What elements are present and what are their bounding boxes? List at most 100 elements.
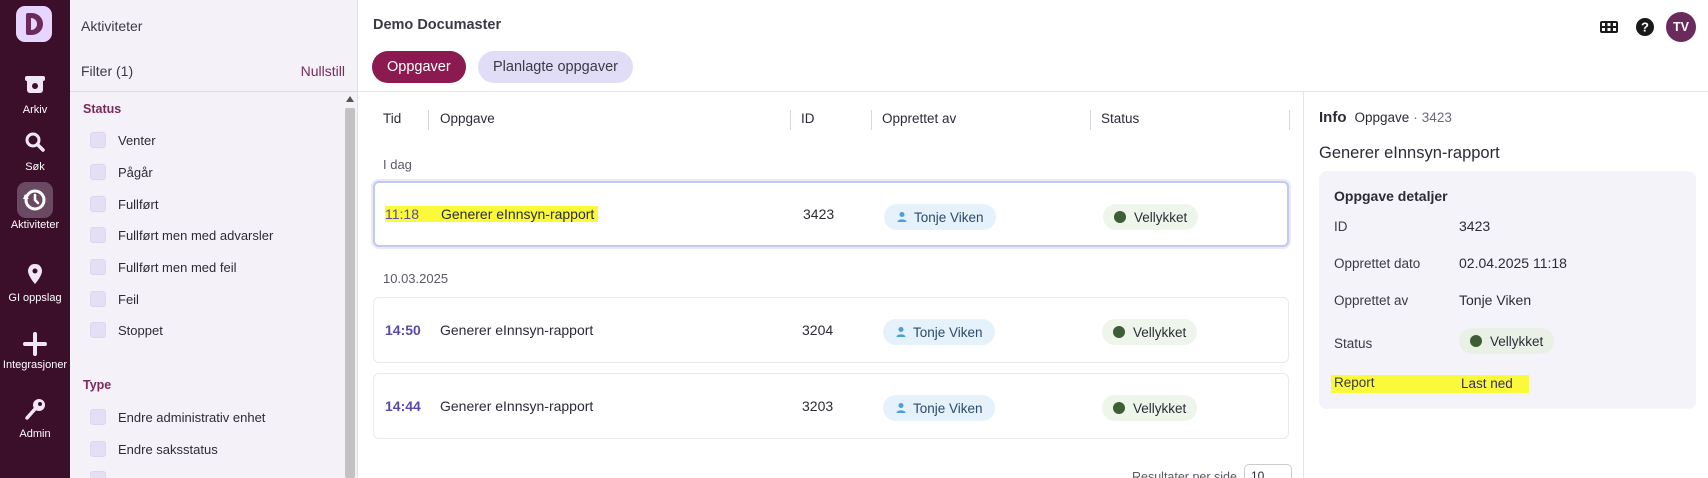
status-checkbox-row[interactable]: Fullført men med feil [90, 258, 236, 276]
nav-item-admin[interactable]: Admin [0, 397, 70, 440]
user-chip[interactable]: Tonje Viken [883, 319, 995, 345]
info-id: 3423 [1421, 110, 1452, 125]
activity-icon [17, 182, 53, 218]
divider [1303, 92, 1304, 478]
task-details-card: Oppgave detaljer ID 3423 Opprettet dato … [1319, 171, 1696, 409]
row-id: 3203 [802, 398, 834, 414]
status-text: Vellykket [1134, 209, 1188, 225]
detail-label-id: ID [1334, 219, 1348, 234]
checkbox-label: Fullført men med advarsler [118, 227, 274, 243]
detail-label-report: Report [1334, 375, 1375, 390]
scroll-up-arrow-icon[interactable] [346, 96, 354, 102]
user-chip[interactable]: Tonje Viken [883, 395, 995, 421]
nav-label: GI oppslag [8, 292, 62, 304]
user-avatar[interactable]: TV [1666, 12, 1696, 42]
card-title: Oppgave detaljer [1334, 188, 1448, 204]
status-checkbox-row[interactable]: Pågår [90, 163, 153, 181]
status-badge: Vellykket [1102, 319, 1198, 345]
type-checkbox-row[interactable]: Endre saksstatus [90, 440, 218, 458]
checkbox[interactable] [90, 471, 106, 478]
nav-rail: Arkiv Søk Aktiviteter GI oppslag Integra… [0, 0, 70, 478]
key-icon [17, 397, 53, 421]
status-badge: Vellykket [1103, 204, 1199, 230]
status-text: Vellykket [1133, 400, 1187, 416]
help-icon[interactable]: ? [1634, 16, 1656, 38]
svg-text:?: ? [1641, 20, 1649, 35]
checkbox[interactable] [90, 322, 106, 338]
table-row[interactable]: 11:18 Generer eInnsyn-rapport 3423 Tonje… [373, 181, 1289, 247]
nav-item-gi-oppslag[interactable]: GI oppslag [0, 263, 70, 304]
checkbox[interactable] [90, 259, 106, 275]
documaster-logo[interactable] [16, 6, 52, 42]
status-text: Vellykket [1490, 333, 1544, 349]
checkbox[interactable] [90, 291, 106, 307]
status-dot-icon [1113, 326, 1125, 338]
tab-planlagte-oppgaver[interactable]: Planlagte oppgaver [478, 51, 633, 83]
nav-item-sok[interactable]: Søk [0, 124, 70, 173]
type-checkbox-row[interactable] [90, 470, 118, 478]
column-separator [1090, 110, 1091, 130]
divider [358, 91, 1708, 92]
checkbox[interactable] [90, 164, 106, 180]
status-text: Vellykket [1133, 324, 1187, 340]
row-time: 14:50 [385, 322, 421, 338]
pager-label: Resultater per side [1132, 470, 1237, 478]
column-header-status[interactable]: Status [1101, 111, 1139, 126]
detail-value-created-date: 02.04.2025 11:18 [1459, 255, 1567, 271]
checkbox-label: Fullført [118, 196, 159, 212]
checkbox[interactable] [90, 441, 106, 457]
filter-scrollbar[interactable] [345, 96, 355, 478]
checkbox[interactable] [90, 132, 106, 148]
nav-label: Integrasjoner [2, 359, 68, 371]
column-header-id[interactable]: ID [801, 111, 815, 126]
nav-label: Aktiviteter [10, 219, 60, 231]
download-report-link[interactable]: Last ned [1461, 376, 1513, 391]
column-header-opprettet-av[interactable]: Opprettet av [882, 111, 956, 126]
info-header: Info Oppgave · 3423 [1319, 109, 1452, 126]
checkbox-label: Pågår [118, 164, 153, 180]
status-checkbox-row[interactable]: Feil [90, 290, 139, 308]
tab-oppgaver[interactable]: Oppgaver [372, 51, 466, 83]
info-separator: · [1413, 110, 1418, 125]
user-icon [896, 327, 906, 337]
status-checkbox-row[interactable]: Fullført men med advarsler [90, 226, 273, 244]
checkbox[interactable] [90, 196, 106, 212]
column-separator [1289, 110, 1290, 130]
detail-label-status: Status [1334, 336, 1373, 351]
table-row[interactable]: 14:44 Generer eInnsyn-rapport 3203 Tonje… [373, 373, 1289, 439]
status-checkbox-row[interactable]: Venter [90, 131, 156, 149]
type-checkbox-row[interactable]: Endre administrativ enhet [90, 408, 265, 426]
column-separator [428, 110, 429, 130]
row-task: Generer eInnsyn-rapport [440, 398, 594, 414]
table-row[interactable]: 14:50 Generer eInnsyn-rapport 3204 Tonje… [373, 297, 1289, 363]
plus-icon [17, 332, 53, 356]
user-name: Tonje Viken [914, 209, 984, 225]
location-pin-icon [17, 263, 53, 285]
keyboard-icon[interactable] [1598, 16, 1620, 38]
archive-icon [17, 67, 53, 103]
status-dot-icon [1113, 402, 1125, 414]
type-section-heading: Type [83, 378, 112, 392]
nav-label: Arkiv [22, 104, 48, 116]
nav-item-aktiviteter[interactable]: Aktiviteter [0, 182, 70, 231]
checkbox[interactable] [90, 227, 106, 243]
checkbox[interactable] [90, 409, 106, 425]
user-chip[interactable]: Tonje Viken [884, 204, 996, 230]
detail-label-created-date: Opprettet dato [1334, 256, 1421, 271]
page-size-select[interactable]: 10 [1244, 464, 1292, 478]
status-checkbox-row[interactable]: Fullført [90, 195, 158, 213]
nav-item-arkiv[interactable]: Arkiv [0, 67, 70, 116]
info-label: Info [1319, 109, 1347, 126]
nav-label: Søk [25, 161, 45, 173]
scroll-thumb[interactable] [345, 108, 355, 478]
status-section-heading: Status [83, 102, 122, 116]
nav-label: Admin [19, 428, 51, 440]
column-header-oppgave[interactable]: Oppgave [440, 111, 495, 126]
nav-item-integrasjoner[interactable]: Integrasjoner [0, 332, 70, 371]
column-separator [871, 110, 872, 130]
column-header-tid[interactable]: Tid [383, 111, 401, 126]
row-id: 3204 [802, 322, 834, 338]
status-checkbox-row[interactable]: Stoppet [90, 321, 163, 339]
reset-filter-link[interactable]: Nullstill [301, 63, 345, 79]
row-task: Generer eInnsyn-rapport [420, 183, 599, 245]
